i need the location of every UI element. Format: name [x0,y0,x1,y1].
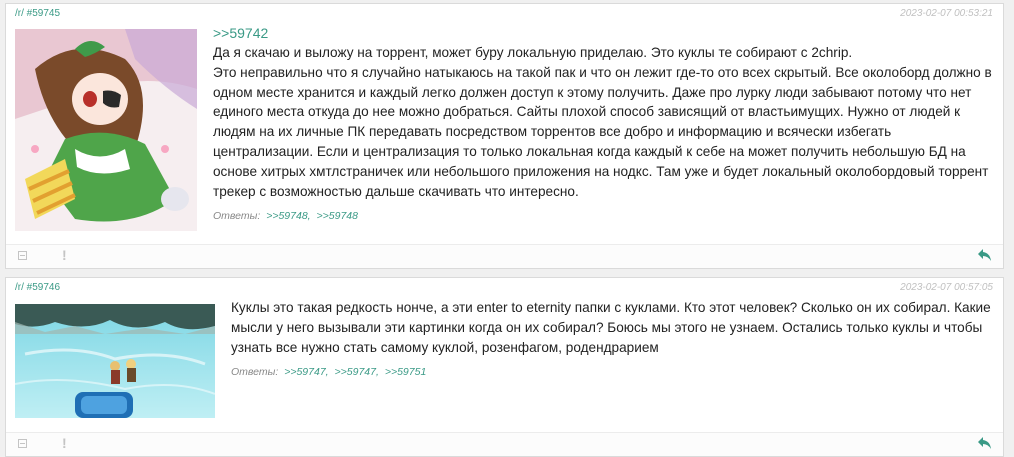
post-footer: ! [6,432,1003,456]
reply-link[interactable]: >>59748 [317,210,358,222]
doll-illustration [15,29,197,231]
reply-link[interactable]: >>59747, [284,366,328,378]
minus-box-icon[interactable] [18,439,27,448]
replies-label: Ответы: [231,366,279,379]
post-header: /r/ #59745 2023-02-07 00:53:21 [6,4,1003,24]
reply-arrow-icon[interactable] [977,248,993,262]
reply-link[interactable]: >>59747, [335,366,379,378]
reply-link[interactable]: >>59748, [266,210,310,222]
reply-arrow-icon[interactable] [977,436,993,450]
game-scene-image [15,304,215,418]
minus-box-icon[interactable] [18,251,27,260]
post-text: Куклы это такая редкость нонче, а эти en… [231,300,991,355]
replies-label: Ответы: [213,210,261,223]
replies-section: Ответы: >>59747, >>59747, >>59751 [231,363,996,383]
replies-section: Ответы: >>59748, >>59748 [213,207,993,227]
post-header: /r/ #59746 2023-02-07 00:57:05 [6,278,1003,298]
exclamation-icon[interactable]: ! [62,435,67,451]
post-card: /r/ #59745 2023-02-07 00:53:21 >>59742 Д… [5,3,1004,269]
post-body: >>59742 Да я скачаю и выложу на торрент,… [213,24,993,227]
post-body: Куклы это такая редкость нонче, а эти en… [231,298,996,383]
post-timestamp: 2023-02-07 00:53:21 [900,8,993,19]
post-thumbnail[interactable] [15,304,215,418]
post-thumbnail[interactable] [15,29,197,231]
exclamation-icon[interactable]: ! [62,247,67,263]
post-number-link[interactable]: /r/ #59745 [15,4,60,24]
post-card: /r/ #59746 2023-02-07 00:57:05 Куклы это… [5,277,1004,457]
reply-link[interactable]: >>59751 [385,366,426,378]
post-number-link[interactable]: /r/ #59746 [15,278,60,298]
quote-link[interactable]: >>59742 [213,24,993,43]
post-text: Да я скачаю и выложу на торрент, может б… [213,45,992,199]
post-footer: ! [6,244,1003,268]
post-timestamp: 2023-02-07 00:57:05 [900,282,993,293]
